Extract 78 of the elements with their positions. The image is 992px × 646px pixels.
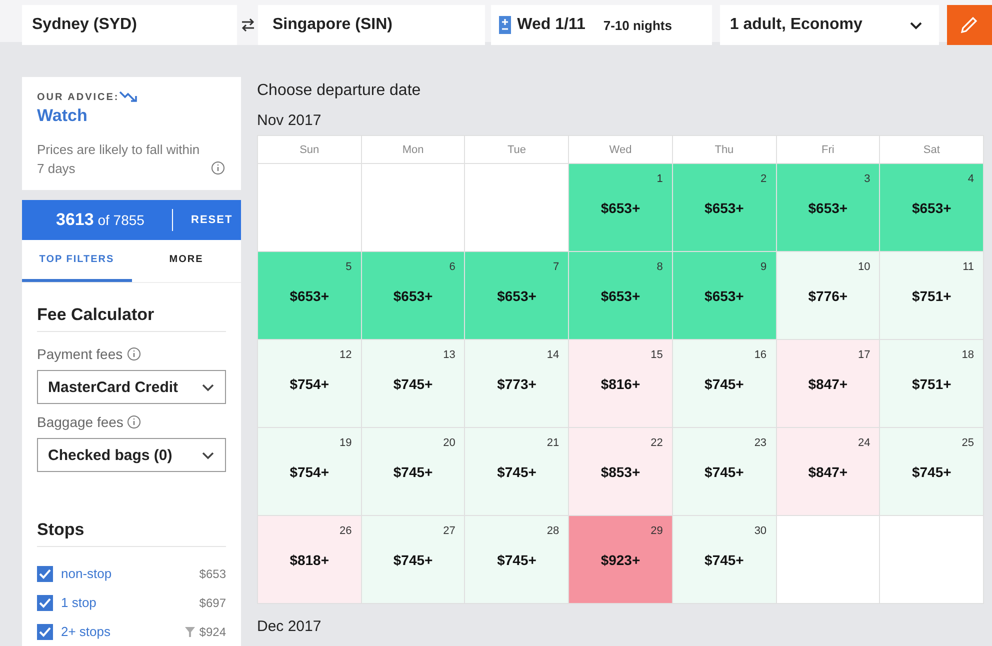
date-text[interactable]: Wed 1/11 bbox=[517, 16, 586, 34]
stop-price: $653 bbox=[199, 566, 226, 580]
day-cell[interactable]: 15 $816+ bbox=[569, 340, 672, 427]
day-cell[interactable]: 2 $653+ bbox=[672, 164, 776, 251]
calendar-title: Choose departure date bbox=[257, 82, 422, 100]
day-cell[interactable]: 28 $745+ bbox=[465, 516, 568, 603]
reset-button[interactable]: RESET bbox=[187, 210, 237, 230]
flexible-dates-icon[interactable] bbox=[499, 16, 512, 34]
info-icon[interactable] bbox=[211, 161, 225, 175]
stop-price: $924 bbox=[199, 624, 226, 638]
trend-down-icon bbox=[119, 90, 140, 104]
checkbox[interactable] bbox=[37, 594, 53, 610]
day-cell[interactable]: 22 $853+ bbox=[569, 428, 672, 515]
chevron-down-icon bbox=[908, 20, 923, 30]
stop-label[interactable]: 1 stop bbox=[61, 595, 200, 610]
travellers-dropdown[interactable]: 1 adult, Economy bbox=[720, 5, 939, 45]
day-cell[interactable]: 7 $653+ bbox=[465, 252, 568, 339]
filter-tab[interactable]: TOP FILTERS bbox=[22, 240, 132, 282]
info-icon[interactable] bbox=[126, 347, 141, 361]
section-title: Stops bbox=[37, 512, 226, 547]
day-cell[interactable]: 4 $653+ bbox=[880, 164, 983, 251]
checkbox[interactable] bbox=[37, 624, 53, 640]
day-cell[interactable]: 14 $773+ bbox=[465, 340, 568, 427]
chevron-down-icon bbox=[201, 450, 215, 460]
day-cell[interactable]: 20 $745+ bbox=[362, 428, 464, 515]
swap-icon[interactable] bbox=[236, 5, 258, 45]
day-cell[interactable]: 19 $754+ bbox=[258, 428, 361, 515]
day-cell[interactable]: 12 $754+ bbox=[258, 340, 361, 427]
weekday-header: Fri bbox=[776, 136, 880, 163]
day-cell[interactable]: 21 $745+ bbox=[465, 428, 568, 515]
weekday-header: Thu bbox=[672, 136, 776, 163]
day-cell[interactable]: 8 $653+ bbox=[569, 252, 672, 339]
day-cell[interactable]: 27 $745+ bbox=[362, 516, 464, 603]
weekday-header: Tue bbox=[465, 136, 568, 163]
filter-tab[interactable]: MORE bbox=[132, 240, 241, 282]
day-cell[interactable]: 13 $745+ bbox=[362, 340, 464, 427]
advice-text: Prices are likely to fall within 7 days bbox=[37, 141, 201, 178]
day-cell[interactable]: 29 $923+ bbox=[569, 516, 672, 603]
day-cell[interactable]: 5 $653+ bbox=[258, 252, 361, 339]
day-cell[interactable]: 10 $776+ bbox=[776, 252, 880, 339]
nights-text: 7-10 nights bbox=[603, 18, 672, 32]
day-cell[interactable]: 25 $745+ bbox=[880, 428, 983, 515]
day-cell[interactable]: 17 $847+ bbox=[776, 340, 880, 427]
day-cell[interactable]: 16 $745+ bbox=[672, 340, 776, 427]
checkbox[interactable] bbox=[37, 566, 53, 582]
field-label: Payment fees bbox=[37, 346, 123, 362]
day-cell[interactable]: 24 $847+ bbox=[776, 428, 880, 515]
day-cell[interactable]: 6 $653+ bbox=[362, 252, 464, 339]
month-label: Dec 2017 bbox=[257, 618, 322, 635]
weekday-header: Wed bbox=[569, 136, 672, 163]
results-count: 3613 of 7855 bbox=[56, 210, 146, 230]
stop-price: $697 bbox=[199, 596, 226, 610]
weekday-header: Mon bbox=[362, 136, 464, 163]
payment-dropdown[interactable]: MasterCard Credit bbox=[37, 370, 226, 404]
info-icon[interactable] bbox=[127, 415, 142, 429]
edit-search-button[interactable] bbox=[946, 5, 992, 45]
day-cell[interactable]: 23 $745+ bbox=[672, 428, 776, 515]
day-cell[interactable]: 26 $818+ bbox=[258, 516, 361, 603]
advice-verdict: Watch bbox=[37, 106, 88, 126]
day-cell[interactable]: 18 $751+ bbox=[880, 340, 983, 427]
stop-label[interactable]: non-stop bbox=[61, 566, 200, 581]
pencil-icon bbox=[959, 15, 980, 35]
stop-label[interactable]: 2+ stops bbox=[61, 624, 186, 639]
day-cell[interactable]: 3 $653+ bbox=[776, 164, 880, 251]
field-label: Baggage fees bbox=[37, 414, 124, 430]
weekday-header: Sat bbox=[880, 136, 983, 163]
baggage-dropdown[interactable]: Checked bags (0) bbox=[37, 438, 226, 472]
day-cell[interactable]: 9 $653+ bbox=[672, 252, 776, 339]
day-cell[interactable]: 30 $745+ bbox=[672, 516, 776, 603]
day-cell[interactable]: 1 $653+ bbox=[569, 164, 672, 251]
origin-field[interactable]: Sydney (SYD) bbox=[22, 5, 237, 45]
destination-field[interactable]: Singapore (SIN) bbox=[258, 5, 486, 45]
month-label: Nov 2017 bbox=[257, 112, 322, 129]
section-title: Fee Calculator bbox=[37, 297, 226, 332]
weekday-header: Sun bbox=[258, 136, 361, 163]
advice-label: OUR ADVICE: bbox=[37, 92, 120, 102]
day-cell[interactable]: 11 $751+ bbox=[880, 252, 983, 339]
chevron-down-icon bbox=[201, 382, 215, 392]
